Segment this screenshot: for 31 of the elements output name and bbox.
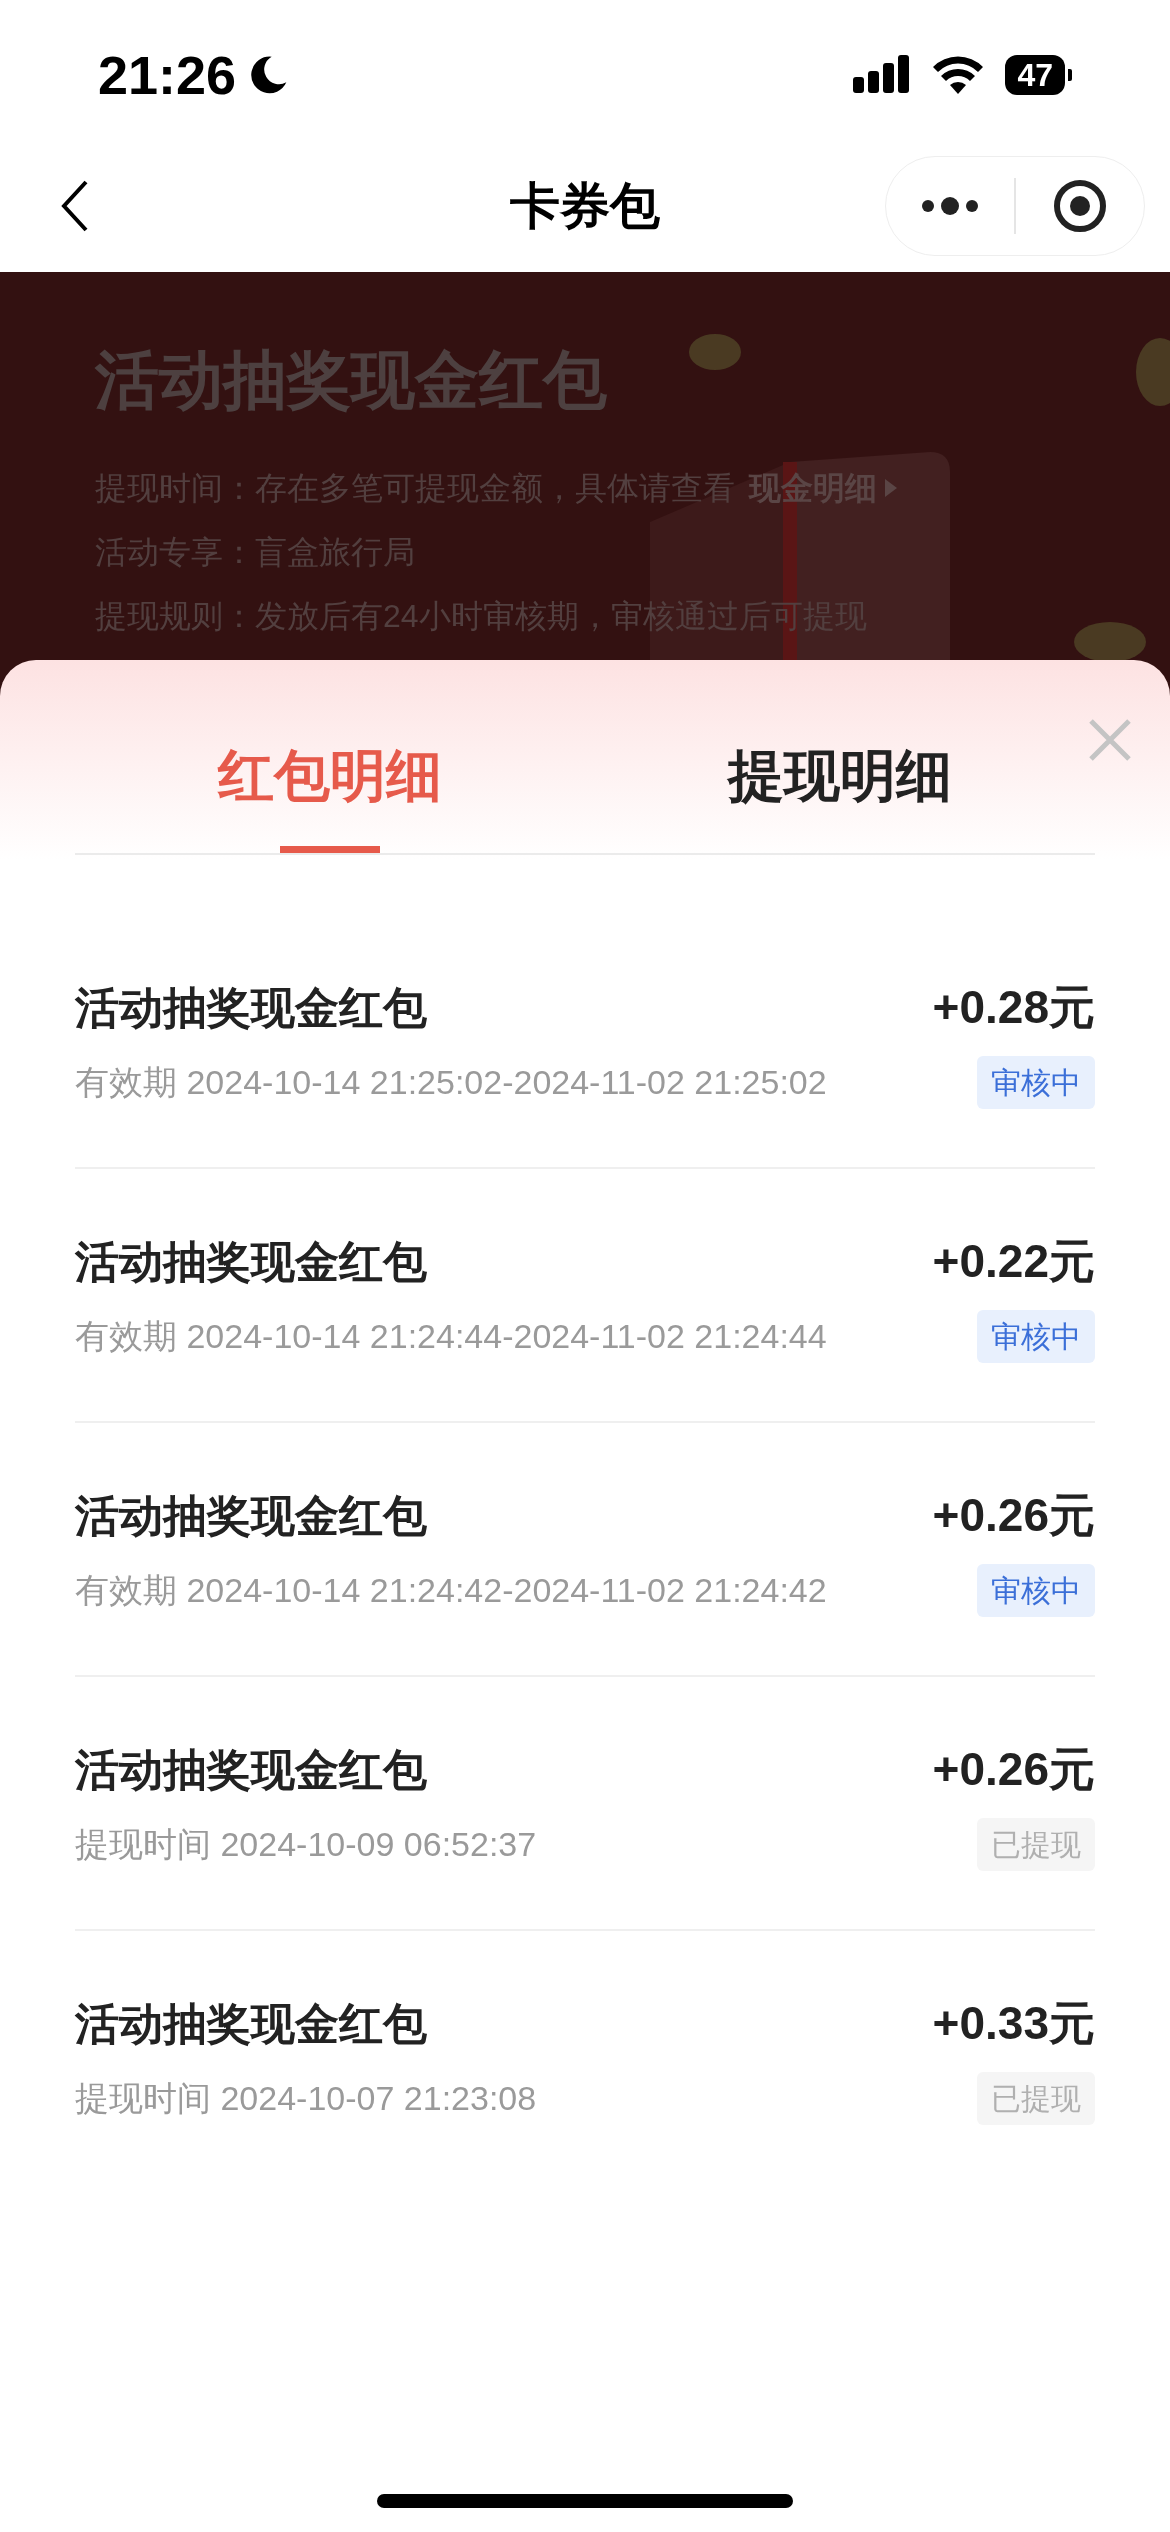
- status-time: 21:26: [98, 43, 237, 107]
- tab[interactable]: 红包明细: [75, 740, 585, 853]
- status-badge: 审核中: [977, 1564, 1095, 1617]
- item-amount: +0.22元: [932, 1234, 1095, 1289]
- signal-icon: [853, 55, 912, 95]
- wifi-icon: [933, 56, 984, 94]
- item-detail: 有效期 2024-10-14 21:24:44-2024-11-02 21:24:44: [75, 1316, 827, 1357]
- target-icon: [1052, 178, 1108, 234]
- item-title: 活动抽奖现金红包: [75, 1997, 427, 2050]
- item-amount: +0.33元: [932, 1996, 1095, 2051]
- item-detail: 提现时间 2024-10-07 21:23:08: [75, 2078, 537, 2119]
- tab[interactable]: 提现明细: [585, 740, 1095, 853]
- item-amount: +0.26元: [932, 1742, 1095, 1797]
- item-detail: 有效期 2024-10-14 21:24:42-2024-11-02 21:24:42: [75, 1570, 827, 1611]
- triangle-icon: [885, 479, 897, 497]
- status-badge: 已提现: [977, 2072, 1095, 2125]
- status-badge: 审核中: [977, 1310, 1095, 1363]
- item-amount: +0.26元: [932, 1488, 1095, 1543]
- item-title: 活动抽奖现金红包: [75, 981, 427, 1034]
- item-amount: +0.28元: [932, 980, 1095, 1035]
- status-badge: 审核中: [977, 1056, 1095, 1109]
- status-badge: 已提现: [977, 1818, 1095, 1871]
- close-icon: [1088, 718, 1132, 762]
- item-detail: 提现时间 2024-10-09 06:52:37: [75, 1824, 537, 1865]
- item-detail: 有效期 2024-10-14 21:25:02-2024-11-02 21:25:02: [75, 1062, 827, 1103]
- dots-icon: [920, 196, 980, 216]
- item-title: 活动抽奖现金红包: [75, 1743, 427, 1796]
- battery-indicator: 47: [1005, 55, 1065, 95]
- page-title: 卡券包: [510, 176, 660, 236]
- item-title: 活动抽奖现金红包: [75, 1235, 427, 1288]
- item-title: 活动抽奖现金红包: [75, 1489, 427, 1542]
